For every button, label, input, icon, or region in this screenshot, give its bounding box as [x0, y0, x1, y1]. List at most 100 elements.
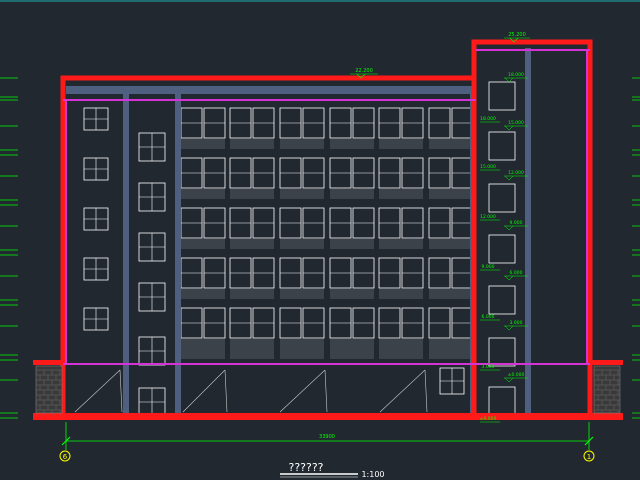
window — [302, 257, 325, 289]
window — [451, 257, 474, 289]
stair-level-label: 9.000 — [510, 220, 523, 226]
drawing-scale: 1:100 — [361, 470, 384, 479]
storefront-line — [74, 369, 121, 413]
window — [352, 107, 375, 139]
window — [378, 107, 401, 139]
axis-right-label: 1 — [587, 453, 591, 461]
window — [83, 107, 109, 131]
window — [488, 131, 516, 161]
window — [180, 107, 203, 139]
window — [279, 207, 302, 239]
window — [180, 257, 203, 289]
columns — [66, 48, 531, 416]
stair-level-label: 18.000 — [508, 72, 524, 78]
window — [329, 257, 352, 289]
facade-windows — [74, 81, 516, 417]
stair-level-label: 6.000 — [510, 270, 523, 276]
window — [488, 386, 516, 416]
storefront-line — [424, 369, 428, 413]
roof-level-stair-label: 25.200 — [508, 32, 526, 38]
window — [401, 307, 424, 339]
storefront-line — [279, 369, 326, 413]
window — [252, 207, 275, 239]
window — [451, 207, 474, 239]
window — [138, 336, 166, 366]
drawing-title: ?????? — [288, 461, 323, 474]
plinth-left — [33, 360, 63, 365]
window — [229, 307, 252, 339]
stair-level-marker: 12.000 12.000 — [480, 170, 528, 221]
window — [279, 307, 302, 339]
window — [451, 157, 474, 189]
elevation-drawing: 18.00018.00015.00015.00012.00012.0009.00… — [0, 0, 640, 479]
window — [428, 307, 451, 339]
cad-viewport[interactable]: 18.000 18.000 15.000 15.000 12.000 12.000 9.00… — [0, 0, 640, 480]
window — [428, 157, 451, 189]
roof-beam — [66, 86, 476, 94]
window — [252, 107, 275, 139]
window — [401, 157, 424, 189]
window — [329, 207, 352, 239]
structure-outline — [60, 39, 593, 416]
window — [252, 157, 275, 189]
drawing-title-block: ?????? 1:100 — [280, 461, 385, 479]
storefront-line — [182, 369, 226, 413]
axis-bubble-left: 6 — [59, 450, 71, 462]
window — [138, 282, 166, 312]
window — [439, 367, 465, 395]
axis-left-label: 6 — [63, 453, 68, 461]
stair-level-label-secondary: 3.000 — [482, 364, 495, 370]
window — [378, 257, 401, 289]
window — [302, 157, 325, 189]
stair-tower-outline — [471, 39, 593, 416]
window — [401, 107, 424, 139]
window — [252, 257, 275, 289]
stair-level-label-secondary: 15.000 — [480, 164, 496, 170]
plinth-right — [590, 360, 623, 365]
window — [428, 107, 451, 139]
window — [138, 132, 166, 162]
window — [352, 257, 375, 289]
stair-level-label-secondary: 6.000 — [482, 314, 495, 320]
storefront-line — [224, 369, 228, 413]
window — [302, 207, 325, 239]
stair-level-marker: 18.000 18.000 — [480, 72, 528, 123]
column — [175, 86, 181, 416]
stair-level-label: 3.000 — [510, 320, 523, 326]
window — [378, 207, 401, 239]
window — [352, 207, 375, 239]
window — [252, 307, 275, 339]
window — [138, 182, 166, 212]
brick-base-right — [593, 365, 621, 415]
stair-level-label: 15.000 — [508, 120, 524, 126]
window — [180, 207, 203, 239]
window — [352, 307, 375, 339]
overall-dimension-value: 33900 — [319, 434, 335, 440]
ground-line — [33, 360, 623, 420]
stair-level-label-secondary: 9.000 — [482, 264, 495, 270]
stair-level-marker: 3.000 3.000 — [480, 320, 528, 371]
stair-level-label-secondary: 12.000 — [480, 214, 496, 220]
window — [138, 387, 166, 417]
window — [229, 207, 252, 239]
window — [180, 307, 203, 339]
window — [378, 157, 401, 189]
window — [229, 107, 252, 139]
brick-base-left — [35, 365, 63, 415]
stair-level-marker: 9.000 9.000 — [480, 220, 528, 271]
window — [83, 257, 109, 281]
window — [302, 107, 325, 139]
column — [525, 48, 531, 416]
window — [428, 207, 451, 239]
stair-level-label: 12.000 — [508, 170, 524, 176]
window — [180, 157, 203, 189]
window — [138, 232, 166, 262]
stair-level-marker: 15.000 15.000 — [480, 120, 528, 171]
window — [83, 207, 109, 231]
storefront-line — [324, 369, 328, 413]
roof-level-main-label: 22.200 — [355, 68, 373, 74]
window — [203, 257, 226, 289]
axis-bubble-right: 1 — [583, 450, 595, 462]
window — [279, 157, 302, 189]
window — [83, 307, 109, 331]
